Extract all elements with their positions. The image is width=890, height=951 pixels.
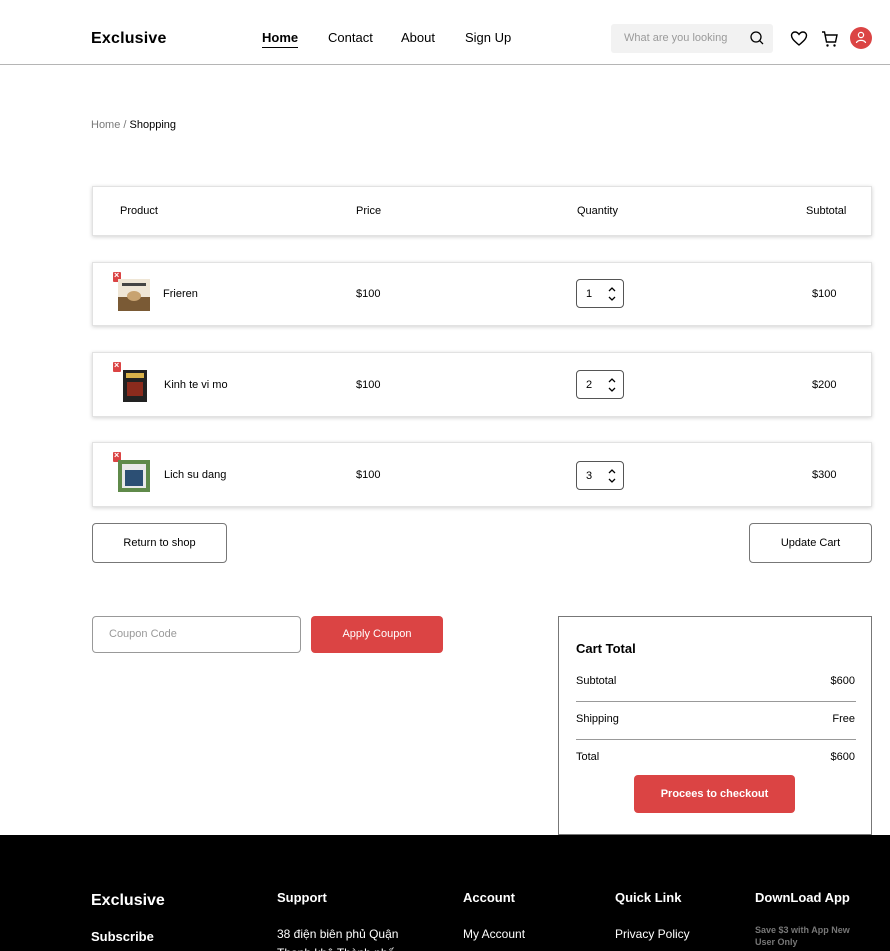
product-price: $100	[356, 288, 381, 300]
footer-quick-link-title: Quick Link	[615, 890, 682, 905]
product-name[interactable]: Kinh te vi mo	[164, 379, 228, 391]
breadcrumb: Home / Shopping	[91, 119, 176, 131]
coupon-code-input[interactable]: Coupon Code	[92, 616, 301, 653]
footer-my-account-link[interactable]: My Account	[463, 925, 525, 944]
column-quantity: Quantity	[577, 205, 618, 217]
product-name[interactable]: Lich su dang	[164, 469, 226, 481]
nav-home[interactable]: Home	[262, 30, 299, 48]
cart-total-title: Cart Total	[576, 641, 636, 656]
quantity-stepper[interactable]: 2	[576, 370, 624, 399]
stepper-arrows-icon[interactable]	[607, 466, 617, 486]
search-placeholder: What are you looking	[624, 32, 728, 44]
product-thumbnail	[118, 279, 150, 311]
product-name[interactable]: Frieren	[163, 288, 198, 300]
search-icon[interactable]	[749, 30, 765, 46]
footer-support-title: Support	[277, 890, 327, 905]
cart-total-panel: Cart Total Subtotal $600 Shipping Free T…	[558, 616, 872, 835]
breadcrumb-current: Shopping	[129, 119, 177, 131]
search-input[interactable]: What are you looking	[611, 24, 773, 53]
table-row: Lich su dang $100 3 $300	[92, 442, 872, 507]
stepper-arrows-icon[interactable]	[607, 375, 617, 395]
shipping-value: Free	[832, 713, 855, 725]
quantity-stepper[interactable]: 1	[576, 279, 624, 308]
total-label: Total	[576, 751, 600, 763]
column-price: Price	[356, 205, 382, 217]
breadcrumb-separator: /	[120, 119, 130, 131]
stepper-arrows-icon[interactable]	[607, 284, 617, 304]
footer-subscribe: Subscribe	[91, 929, 154, 944]
remove-item-icon[interactable]	[113, 360, 121, 372]
footer-app-note: Save $3 with App New User Only	[755, 925, 850, 947]
product-thumbnail	[123, 370, 147, 402]
user-avatar-icon[interactable]	[850, 27, 872, 49]
update-cart-button[interactable]: Update Cart	[749, 523, 872, 563]
footer: Exclusive Subscribe Support 38 điện biên…	[0, 835, 890, 951]
column-subtotal: Subtotal	[806, 205, 847, 217]
checkout-button[interactable]: Procees to checkout	[634, 775, 795, 813]
product-price: $100	[356, 379, 381, 391]
apply-coupon-button[interactable]: Apply Coupon	[311, 616, 443, 653]
cart-table-header: Product Price Quantity Subtotal	[92, 186, 872, 236]
heart-icon[interactable]	[789, 29, 809, 49]
footer-account-title: Account	[463, 890, 515, 905]
nav-contact[interactable]: Contact	[328, 30, 373, 45]
subtotal-label: Subtotal	[576, 675, 617, 687]
divider	[576, 739, 856, 740]
footer-download-title: DownLoad App	[755, 890, 850, 905]
footer-logo[interactable]: Exclusive	[91, 892, 165, 910]
divider	[576, 701, 856, 702]
quantity-value: 1	[586, 288, 593, 300]
top-header: Exclusive Home Contact About Sign Up Wha…	[0, 0, 890, 65]
quantity-value: 3	[586, 470, 593, 482]
table-row: Kinh te vi mo $100 2 $200	[92, 352, 872, 417]
footer-address: 38 điện biên phủ Quận Thanh khê Thành ph…	[277, 927, 399, 951]
subtotal-value: $600	[830, 675, 855, 687]
quantity-value: 2	[586, 379, 593, 391]
product-subtotal: $100	[812, 288, 837, 300]
return-to-shop-button[interactable]: Return to shop	[92, 523, 227, 563]
total-value: $600	[830, 751, 855, 763]
nav-about[interactable]: About	[401, 30, 435, 45]
breadcrumb-home[interactable]: Home	[91, 119, 120, 131]
footer-privacy-policy-link[interactable]: Privacy Policy	[615, 925, 690, 944]
product-price: $100	[356, 469, 381, 481]
cart-icon[interactable]	[820, 29, 840, 49]
product-subtotal: $200	[812, 379, 837, 391]
product-subtotal: $300	[812, 469, 837, 481]
table-row: Frieren $100 1 $100	[92, 262, 872, 326]
column-product: Product	[120, 205, 158, 217]
logo[interactable]: Exclusive	[91, 30, 167, 48]
quantity-stepper[interactable]: 3	[576, 461, 624, 490]
product-thumbnail	[118, 460, 150, 492]
shipping-label: Shipping	[576, 713, 619, 725]
nav-sign-up[interactable]: Sign Up	[465, 30, 511, 45]
